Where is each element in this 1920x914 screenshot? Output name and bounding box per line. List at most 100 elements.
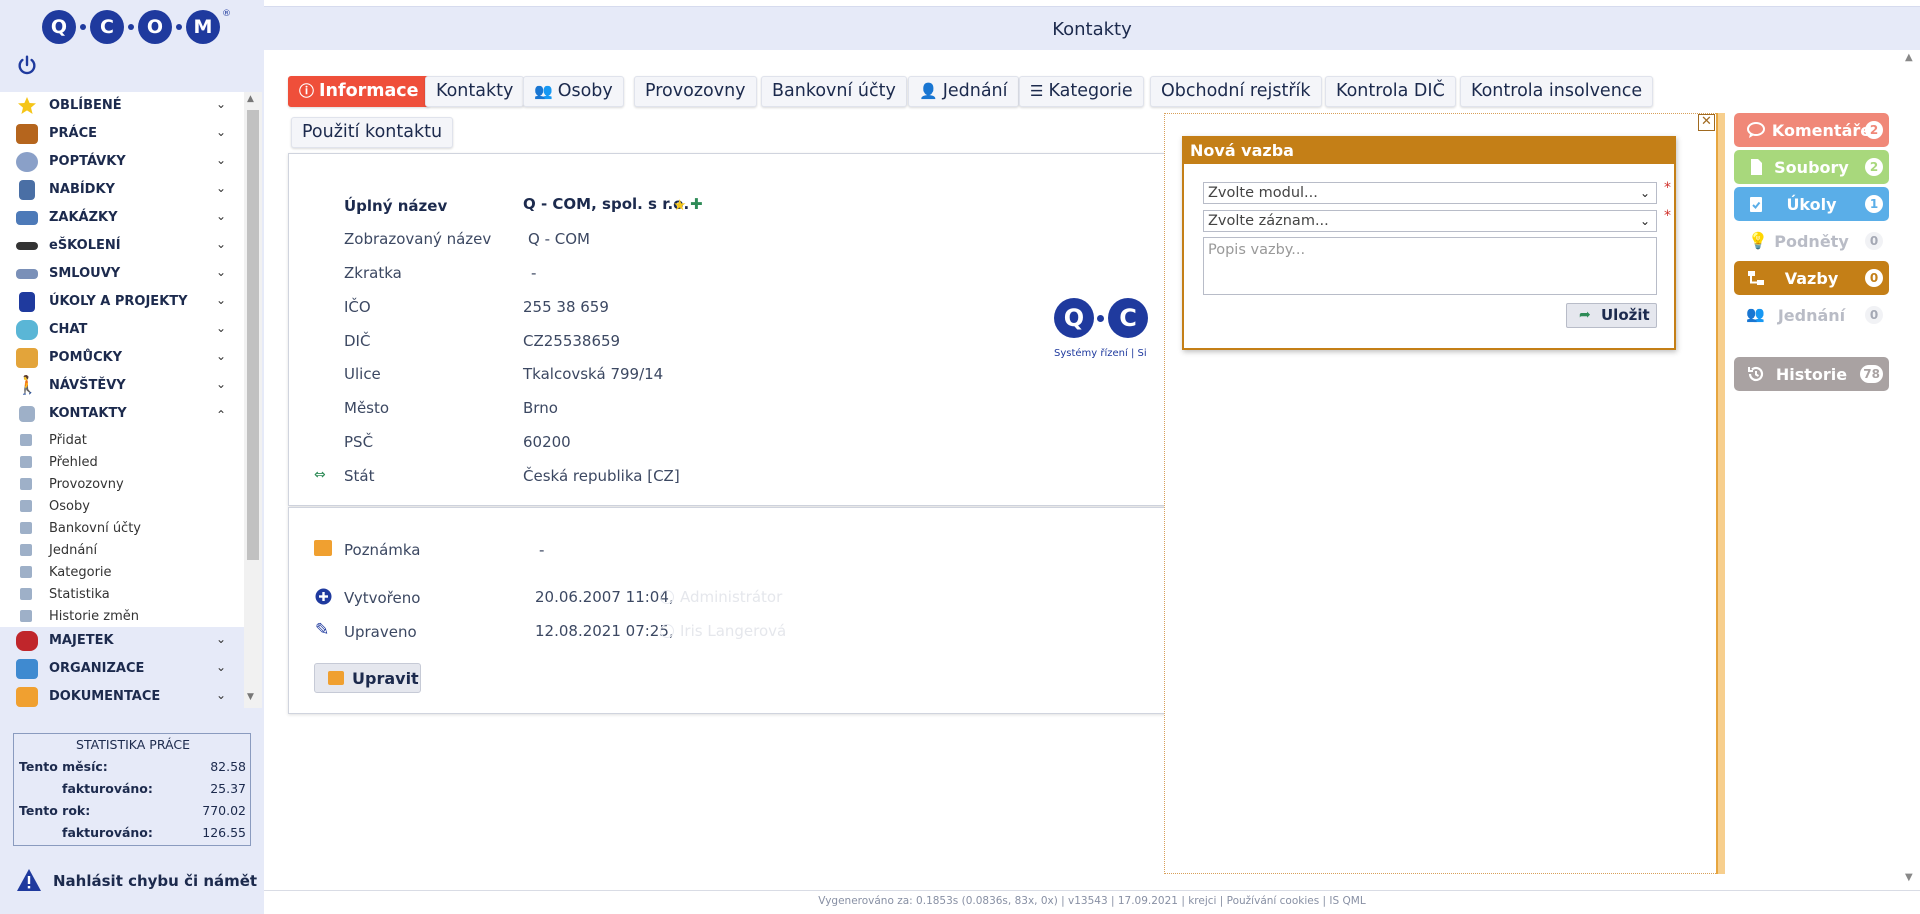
ico-label: IČO <box>344 298 371 316</box>
country-flag-icon: ⇔ <box>314 467 326 483</box>
sidebar-item-majetek[interactable]: MAJETEK ⌄ <box>0 627 244 655</box>
tab-kontrola-insolvence[interactable]: Kontrola insolvence <box>1460 76 1654 107</box>
page-scrollbar[interactable]: ▲ ▼ <box>1900 52 1920 888</box>
history-button[interactable]: Historie 78 <box>1734 357 1889 391</box>
dic-label: DIČ <box>344 332 371 350</box>
tab-pouziti-kontaktu[interactable]: Použití kontaktu <box>291 117 454 148</box>
created-by-user[interactable]: Administrátor <box>680 588 782 606</box>
save-button[interactable]: ➦ Uložit <box>1566 303 1657 328</box>
scroll-down-arrow-icon[interactable]: ▼ <box>247 692 254 702</box>
link-description-textarea[interactable]: Popis vazby... <box>1203 237 1657 295</box>
scroll-up-arrow-icon[interactable]: ▲ <box>1905 52 1913 63</box>
sidebar-item-label: POMŮCKY <box>49 350 123 365</box>
sidebar-subitem-prehled[interactable]: Přehled <box>0 451 244 473</box>
panel-resize-handle[interactable] <box>1716 113 1725 874</box>
sidebar-item-prace[interactable]: PRÁCE ⌄ <box>0 120 244 148</box>
sidebar-item-chat[interactable]: CHAT ⌄ <box>0 316 244 344</box>
sidebar-item-label: CHAT <box>49 322 88 337</box>
new-link-title: Nová vazba <box>1184 138 1674 164</box>
sidebar-item-ukoly[interactable]: ÚKOLY A PROJEKTY ⌄ <box>0 288 244 316</box>
power-icon[interactable] <box>16 54 38 76</box>
note-icon <box>314 540 332 556</box>
sidebar-subitem-jednani[interactable]: Jednání <box>0 539 244 561</box>
meetings-button[interactable]: 👥 Jednání 0 <box>1734 298 1889 332</box>
comments-button[interactable]: Komentáře 2 <box>1734 113 1889 147</box>
tasks-button[interactable]: Úkoly 1 <box>1734 187 1889 221</box>
sidebar-subitem-label: Jednání <box>49 543 98 558</box>
required-mark: * <box>1664 180 1671 196</box>
sidebar-item-label: NABÍDKY <box>49 182 115 197</box>
stats-year-value: 770.02 <box>202 803 246 818</box>
scroll-up-arrow-icon[interactable]: ▲ <box>247 94 254 104</box>
tab-kategorie[interactable]: ☰ Kategorie <box>1019 76 1144 107</box>
chevron-down-icon: ⌄ <box>216 265 227 279</box>
avatar <box>660 590 674 604</box>
sidebar-item-kontakty[interactable]: KONTAKTY ⌃ <box>0 400 244 428</box>
sidebar-subitem-osoby[interactable]: Osoby <box>0 495 244 517</box>
sidebar-subitem-statistika[interactable]: Statistika <box>0 583 244 605</box>
stats-month-billed-value: 25.37 <box>210 781 246 796</box>
module-select[interactable]: Zvolte modul... ⌄ <box>1203 182 1657 204</box>
tab-label: Obchodní rejstřík <box>1161 81 1311 101</box>
sidebar-subitem-historie-zmen[interactable]: Historie změn <box>0 605 244 627</box>
sidebar-item-zakazky[interactable]: ZAKÁZKY ⌄ <box>0 204 244 232</box>
edit-icon <box>328 671 344 685</box>
logo-dot <box>128 24 134 30</box>
walking-icon: 🚶 <box>16 375 39 396</box>
car-icon <box>16 631 38 651</box>
edit-button[interactable]: Upravit <box>314 663 421 693</box>
sidebar-item-navstevy[interactable]: 🚶 NÁVŠTĚVY ⌄ <box>0 372 244 400</box>
sidebar-item-oblibene[interactable]: OBLÍBENÉ ⌄ <box>0 92 244 120</box>
logo-letter: C <box>90 10 124 44</box>
save-button-label: Uložit <box>1601 306 1650 324</box>
tab-provozovny[interactable]: Provozovny <box>634 76 757 107</box>
sidebar-subitem-provozovny[interactable]: Provozovny <box>0 473 244 495</box>
close-icon[interactable]: ✕ <box>1698 114 1715 131</box>
document-icon <box>16 687 38 707</box>
logo[interactable]: Q C O M ® <box>0 0 264 50</box>
list-icon: ☰ <box>1030 82 1044 100</box>
module-select-value: Zvolte modul... <box>1208 185 1318 201</box>
tab-kontrola-dic[interactable]: Kontrola DIČ <box>1325 76 1456 107</box>
users-icon: 👥 <box>534 82 553 100</box>
tasks-count: 1 <box>1865 195 1883 213</box>
tab-jednani[interactable]: 👤 Jednání <box>908 76 1019 107</box>
suggestions-button[interactable]: 💡 Podněty 0 <box>1734 224 1889 258</box>
links-button[interactable]: Vazby 0 <box>1734 261 1889 295</box>
record-select[interactable]: Zvolte záznam... ⌄ <box>1203 210 1657 232</box>
sidebar-subitem-bankovni-ucty[interactable]: Bankovní účty <box>0 517 244 539</box>
sidebar-scroll-thumb[interactable] <box>247 110 259 560</box>
sidebar-item-poptavky[interactable]: POPTÁVKY ⌄ <box>0 148 244 176</box>
modified-by-user[interactable]: Iris Langerová <box>680 622 786 640</box>
sidebar-subitem-label: Přehled <box>49 455 98 470</box>
tab-kontakty[interactable]: Kontakty <box>425 76 525 107</box>
sidebar-item-organizace[interactable]: ORGANIZACE ⌄ <box>0 655 244 683</box>
sidebar-item-pomucky[interactable]: POMŮCKY ⌄ <box>0 344 244 372</box>
sidebar-item-label: ÚKOLY A PROJEKTY <box>49 294 188 309</box>
files-button[interactable]: Soubory 2 <box>1734 150 1889 184</box>
logo-registered-mark: ® <box>222 9 231 19</box>
tab-osoby[interactable]: 👥 Osoby <box>523 76 624 107</box>
star-icon[interactable]: ★ <box>673 196 686 214</box>
sidebar-subitem-kategorie[interactable]: Kategorie <box>0 561 244 583</box>
company-logo-letter: Q <box>1054 298 1094 338</box>
sidebar-subitem-pridat[interactable]: Přidat <box>0 429 244 451</box>
sidebar-item-dokumentace[interactable]: DOKUMENTACE ⌄ <box>0 683 244 708</box>
tab-informace[interactable]: ⓘ Informace <box>288 76 430 107</box>
note-label: Poznámka <box>344 541 421 559</box>
chevron-down-icon: ⌄ <box>1639 186 1650 200</box>
puzzle-icon[interactable]: ✚ <box>690 195 703 213</box>
chevron-down-icon: ⌄ <box>216 97 227 111</box>
sidebar-item-smlouvy[interactable]: SMLOUVY ⌄ <box>0 260 244 288</box>
sidebar-item-eskoleni[interactable]: eŠKOLENÍ ⌄ <box>0 232 244 260</box>
stats-year-label: Tento rok: <box>19 803 91 818</box>
country-label: Stát <box>344 467 375 485</box>
report-issue-button[interactable]: Nahlásit chybu či námět <box>0 862 264 900</box>
scroll-down-arrow-icon[interactable]: ▼ <box>1905 872 1913 883</box>
company-logo-tagline: Systémy řízení | Si <box>1054 348 1147 359</box>
ico-value: 255 38 659 <box>523 298 609 316</box>
sidebar-item-label: PRÁCE <box>49 126 98 141</box>
sidebar-item-nabidky[interactable]: NABÍDKY ⌄ <box>0 176 244 204</box>
tab-obchodni-rejstrik[interactable]: Obchodní rejstřík <box>1150 76 1322 107</box>
tab-bankovni-ucty[interactable]: Bankovní účty <box>761 76 907 107</box>
